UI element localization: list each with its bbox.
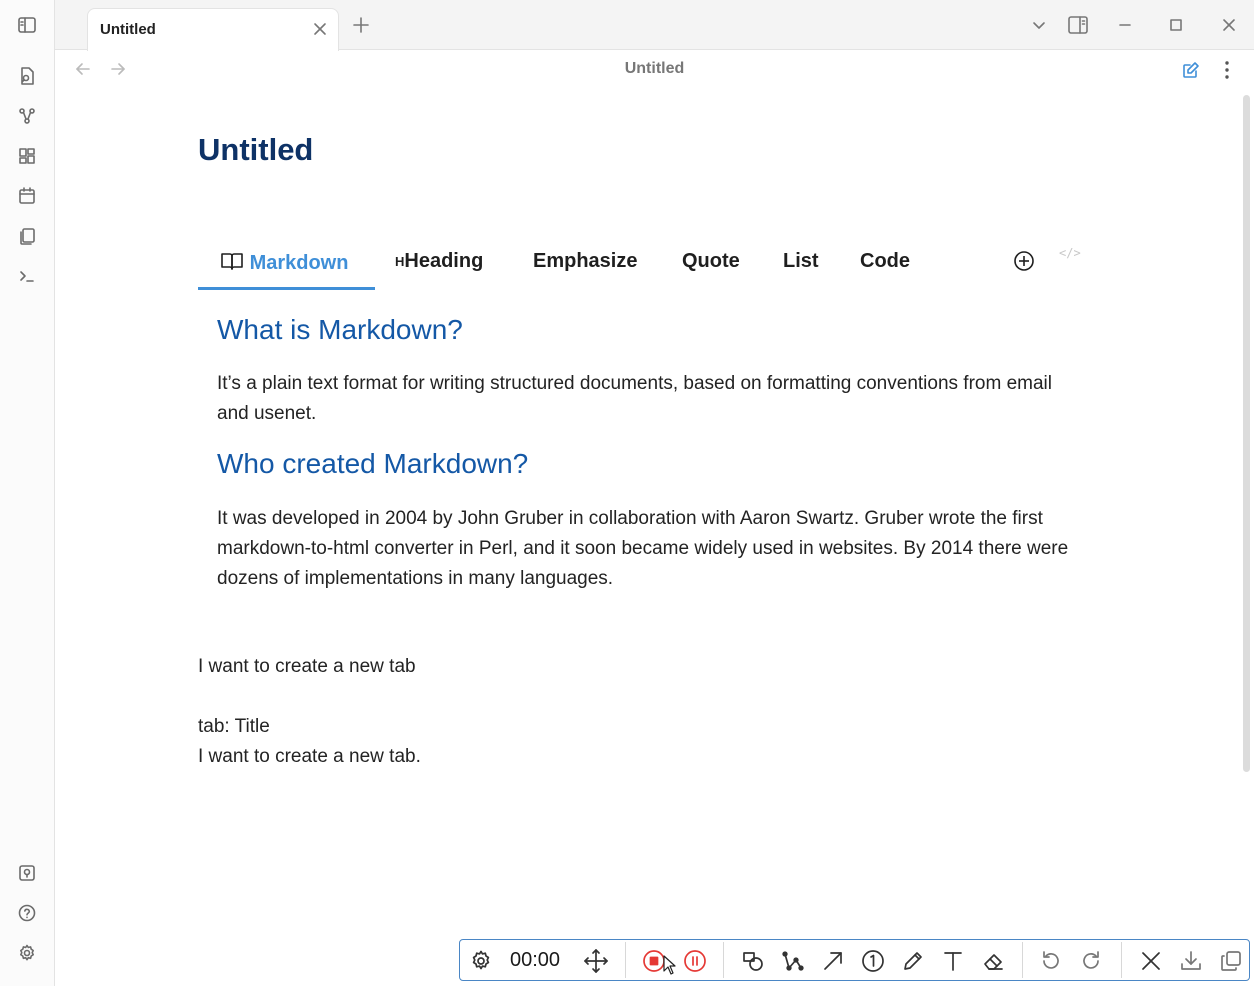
number-marker-icon[interactable] (860, 949, 886, 973)
copy-icon[interactable] (1218, 949, 1244, 973)
tab-bar: Untitled (55, 0, 1254, 51)
mouse-cursor-icon (663, 955, 677, 980)
note-title[interactable]: Untitled (198, 132, 313, 168)
section-paragraph: It was developed in 2004 by John Gruber … (217, 508, 1069, 589)
calendar-icon[interactable] (14, 183, 40, 209)
toolbar-separator (1121, 942, 1122, 978)
tab-list[interactable]: List (783, 250, 819, 273)
tab-markdown-label: Markdown (249, 252, 349, 274)
toolbar-separator (723, 942, 724, 978)
text-tool-icon[interactable] (940, 949, 966, 973)
right-sidebar-toggle-icon[interactable] (1067, 14, 1089, 36)
text-line[interactable]: I want to create a new tab. (198, 746, 421, 768)
add-tab-icon[interactable] (1013, 250, 1035, 272)
copy-files-icon[interactable] (14, 223, 40, 249)
terminal-icon[interactable] (14, 263, 40, 289)
tab-heading[interactable]: HHeading (395, 250, 483, 273)
more-options-icon[interactable] (1217, 59, 1237, 81)
chevron-down-icon[interactable] (1029, 15, 1049, 35)
close-tab-icon[interactable] (310, 19, 330, 39)
polyline-icon[interactable] (780, 949, 806, 973)
file-search-icon[interactable] (14, 63, 40, 89)
tab-heading-label: Heading (404, 250, 484, 272)
download-icon[interactable] (1178, 949, 1204, 973)
graph-icon[interactable] (14, 103, 40, 129)
pause-record-icon[interactable] (681, 949, 709, 973)
tab-emphasize-label: Emphasize (533, 250, 638, 272)
toolbar-separator (1022, 942, 1023, 978)
code-toggle-button[interactable]: </> (1059, 246, 1081, 260)
edit-mode-icon[interactable] (1180, 59, 1202, 81)
toolbar-separator (625, 942, 626, 978)
maximize-icon[interactable] (1166, 15, 1186, 35)
tab-untitled[interactable]: Untitled (87, 8, 339, 51)
tab-list-label: List (783, 250, 819, 272)
tab-markdown[interactable]: Markdown (220, 250, 348, 275)
book-open-icon (221, 253, 243, 270)
section-heading: What is Markdown? (217, 314, 463, 345)
content-tabs: Markdown HHeading Emphasize Quote List C… (198, 244, 1088, 290)
tab-emphasize[interactable]: Emphasize (533, 250, 637, 273)
sidebar-toggle-icon[interactable] (14, 12, 40, 38)
gear-icon[interactable] (468, 949, 494, 973)
close-icon[interactable] (1138, 949, 1164, 973)
ribbon (0, 0, 55, 986)
vault-icon[interactable] (14, 860, 40, 886)
view-title: Untitled (624, 60, 685, 77)
settings-icon[interactable] (14, 940, 40, 966)
app-window: Untitled Untitled Untitled Markdown HHea… (0, 0, 1254, 986)
active-tab-underline (198, 287, 375, 290)
tab-code[interactable]: Code (860, 250, 910, 273)
dashboard-icon[interactable] (14, 143, 40, 169)
undo-icon[interactable] (1038, 949, 1064, 973)
redo-icon[interactable] (1078, 949, 1104, 973)
heading-prefix: H (395, 254, 405, 269)
text-line[interactable]: tab: Title (198, 716, 270, 738)
tab-quote-label: Quote (682, 250, 740, 272)
eraser-icon[interactable] (980, 949, 1006, 973)
tab-code-label: Code (860, 250, 910, 272)
pencil-icon[interactable] (900, 949, 926, 973)
minimize-icon[interactable] (1115, 15, 1135, 35)
text-line[interactable]: I want to create a new tab (198, 656, 416, 678)
section-heading: Who created Markdown? (217, 448, 529, 479)
scrollbar[interactable] (1243, 95, 1250, 772)
tab-title: Untitled (100, 21, 156, 38)
help-icon[interactable] (14, 900, 40, 926)
shapes-icon[interactable] (740, 949, 766, 973)
view-header: Untitled (55, 50, 1254, 90)
close-window-icon[interactable] (1219, 15, 1239, 35)
arrow-tool-icon[interactable] (820, 949, 846, 973)
move-icon[interactable] (582, 949, 610, 973)
new-tab-plus-icon[interactable] (351, 15, 371, 35)
section-paragraph: It’s a plain text format for writing str… (217, 373, 1052, 424)
tab-quote[interactable]: Quote (682, 250, 740, 273)
timer-readout: 00:00 (510, 949, 561, 971)
recording-toolbar: 00:00 (459, 939, 1250, 981)
